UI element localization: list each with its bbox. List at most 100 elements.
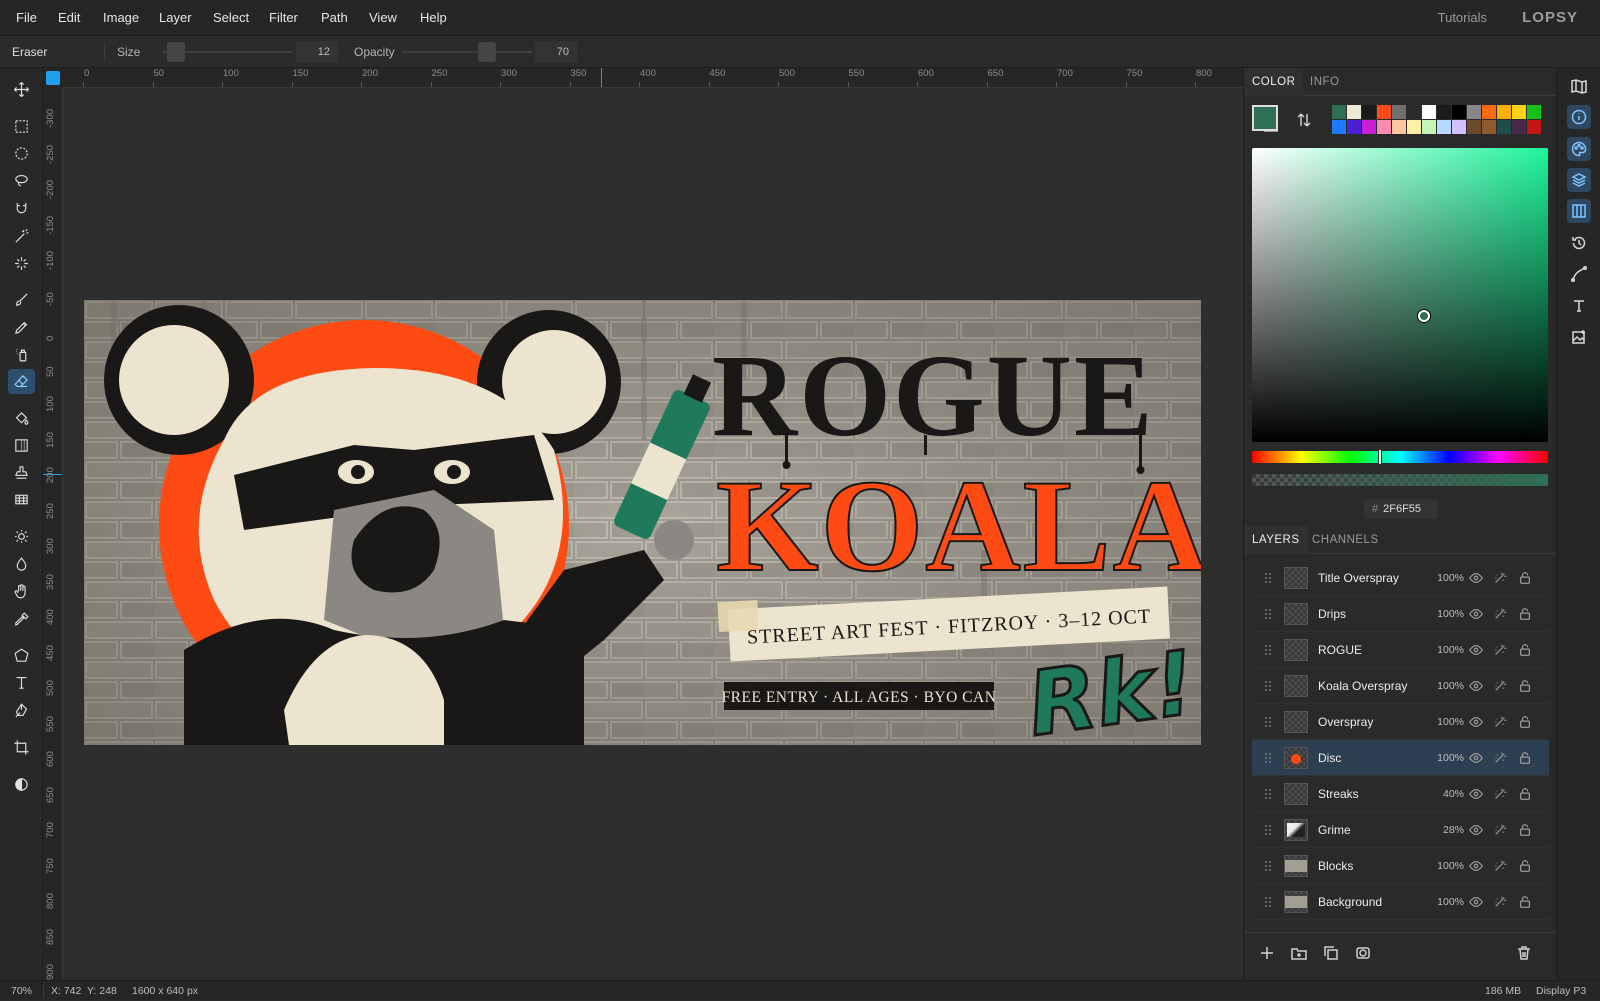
palette-swatch[interactable] xyxy=(1482,105,1496,119)
layer-effects-button[interactable] xyxy=(1493,895,1507,909)
palette-swatch[interactable] xyxy=(1392,120,1406,134)
layer-effects-button[interactable] xyxy=(1493,859,1507,873)
opacity-slider[interactable] xyxy=(402,51,532,53)
size-input[interactable]: 12 xyxy=(296,41,338,63)
magic-wand-tool[interactable] xyxy=(8,224,35,249)
layer-opacity[interactable]: 40% xyxy=(1443,776,1464,812)
delete-layer-button[interactable] xyxy=(1516,945,1534,963)
hue-slider-handle[interactable] xyxy=(1378,449,1382,465)
character-panel-button[interactable] xyxy=(1567,294,1591,318)
layer-drag-handle[interactable] xyxy=(1264,608,1272,620)
palette-swatch[interactable] xyxy=(1452,105,1466,119)
color-picker-cursor[interactable] xyxy=(1418,310,1430,322)
add-mask-button[interactable] xyxy=(1355,945,1373,963)
menu-path[interactable]: Path xyxy=(321,0,348,36)
menu-layer[interactable]: Layer xyxy=(159,0,192,36)
menu-view[interactable]: View xyxy=(369,0,397,36)
foreground-color-swatch[interactable] xyxy=(1252,105,1278,131)
layer-drag-handle[interactable] xyxy=(1264,716,1272,728)
layer-visibility-toggle[interactable] xyxy=(1469,751,1483,765)
add-layer-button[interactable] xyxy=(1259,945,1277,963)
palette-swatch[interactable] xyxy=(1422,105,1436,119)
layer-opacity[interactable]: 100% xyxy=(1437,740,1464,776)
layer-lock-toggle[interactable] xyxy=(1518,787,1532,801)
layer-effects-button[interactable] xyxy=(1493,787,1507,801)
move-tool[interactable] xyxy=(8,77,35,102)
crop-tool[interactable] xyxy=(8,735,35,760)
palette-swatch[interactable] xyxy=(1497,105,1511,119)
opacity-slider-handle[interactable] xyxy=(478,42,496,62)
layer-drag-handle[interactable] xyxy=(1264,752,1272,764)
palette-swatch[interactable] xyxy=(1422,120,1436,134)
pencil-tool[interactable] xyxy=(8,315,35,340)
palette-swatch[interactable] xyxy=(1452,120,1466,134)
opacity-input[interactable]: 70 xyxy=(535,41,577,63)
image-panel-button[interactable] xyxy=(1567,325,1591,349)
layer-lock-toggle[interactable] xyxy=(1518,679,1532,693)
magnetic-lasso-tool[interactable] xyxy=(8,196,35,221)
palette-swatch[interactable] xyxy=(1347,120,1361,134)
tab-channels[interactable]: CHANNELS xyxy=(1304,526,1387,554)
layer-drag-handle[interactable] xyxy=(1264,896,1272,908)
navigator-button[interactable] xyxy=(1567,74,1591,98)
layer-name[interactable]: Streaks xyxy=(1318,776,1359,812)
duplicate-layer-button[interactable] xyxy=(1323,945,1341,963)
ruler-horizontal[interactable]: 0 50 100 150 200 250 300 350 400 450 500 550 600 650 7… xyxy=(63,68,1243,88)
layer-name[interactable]: ROGUE xyxy=(1318,632,1362,668)
palette-swatch[interactable] xyxy=(1392,105,1406,119)
palette-swatch[interactable] xyxy=(1437,105,1451,119)
palette-swatch[interactable] xyxy=(1527,105,1541,119)
layer-row[interactable]: Disc 100% xyxy=(1252,740,1549,776)
layer-visibility-toggle[interactable] xyxy=(1469,643,1483,657)
tab-info[interactable]: INFO xyxy=(1302,68,1347,96)
layer-opacity[interactable]: 100% xyxy=(1437,884,1464,920)
layer-name[interactable]: Drips xyxy=(1318,596,1346,632)
layer-effects-button[interactable] xyxy=(1493,607,1507,621)
pen-tool[interactable] xyxy=(8,698,35,723)
color-panel-button[interactable] xyxy=(1567,137,1591,161)
layer-name[interactable]: Overspray xyxy=(1318,704,1373,740)
brush-tool[interactable] xyxy=(8,287,35,312)
menu-edit[interactable]: Edit xyxy=(58,0,80,36)
palette-swatch[interactable] xyxy=(1512,105,1526,119)
layer-opacity[interactable]: 28% xyxy=(1443,812,1464,848)
fill-tool[interactable] xyxy=(8,406,35,431)
layer-visibility-toggle[interactable] xyxy=(1469,787,1483,801)
layer-name[interactable]: Blocks xyxy=(1318,848,1353,884)
palette-swatch[interactable] xyxy=(1437,120,1451,134)
color-saturation-value-picker[interactable] xyxy=(1252,148,1548,442)
history-panel-button[interactable] xyxy=(1567,231,1591,255)
eraser-tool[interactable] xyxy=(8,369,35,394)
layer-opacity[interactable]: 100% xyxy=(1437,560,1464,596)
text-tool[interactable] xyxy=(8,670,35,695)
layer-effects-button[interactable] xyxy=(1493,679,1507,693)
palette-swatch[interactable] xyxy=(1362,120,1376,134)
menu-help[interactable]: Help xyxy=(420,0,447,36)
artwork-canvas[interactable]: ROGUE KOALA STREET ART FEST · FITZROY · … xyxy=(84,300,1201,745)
layer-visibility-toggle[interactable] xyxy=(1469,679,1483,693)
layer-row[interactable]: Blocks 100% xyxy=(1252,848,1549,884)
layer-drag-handle[interactable] xyxy=(1264,644,1272,656)
paths-panel-button[interactable] xyxy=(1567,262,1591,286)
palette-swatch[interactable] xyxy=(1362,105,1376,119)
layer-lock-toggle[interactable] xyxy=(1518,823,1532,837)
layer-row[interactable]: Background 100% xyxy=(1252,884,1549,920)
layer-visibility-toggle[interactable] xyxy=(1469,571,1483,585)
hex-input[interactable]: #2F6F55 xyxy=(1364,499,1438,519)
layer-visibility-toggle[interactable] xyxy=(1469,895,1483,909)
hand-tool[interactable] xyxy=(8,579,35,604)
layer-name[interactable]: Title Overspray xyxy=(1318,560,1399,596)
rect-select-tool[interactable] xyxy=(8,114,35,139)
pattern-tool[interactable] xyxy=(8,487,35,512)
layer-visibility-toggle[interactable] xyxy=(1469,607,1483,621)
palette-swatch[interactable] xyxy=(1527,120,1541,134)
layer-row[interactable]: Drips 100% xyxy=(1252,596,1549,632)
eyedropper-tool[interactable] xyxy=(8,607,35,632)
menu-select[interactable]: Select xyxy=(213,0,249,36)
layer-effects-button[interactable] xyxy=(1493,751,1507,765)
layer-name[interactable]: Grime xyxy=(1318,812,1351,848)
alpha-slider[interactable] xyxy=(1252,474,1548,486)
stamp-tool[interactable] xyxy=(8,460,35,485)
palette-swatch[interactable] xyxy=(1332,105,1346,119)
layer-lock-toggle[interactable] xyxy=(1518,571,1532,585)
